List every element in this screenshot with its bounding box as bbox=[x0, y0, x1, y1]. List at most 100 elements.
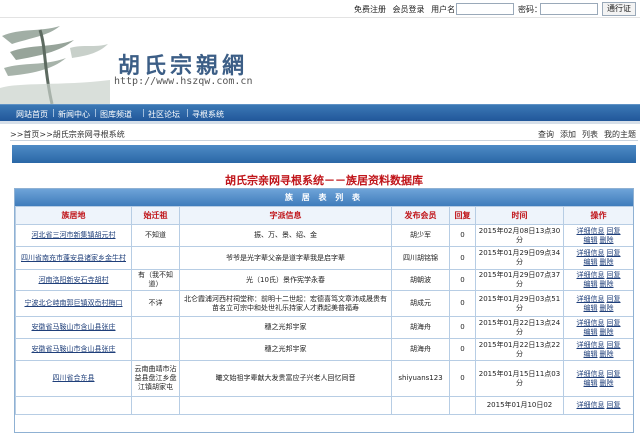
generation-info-cell: 穗之光邦宇家 bbox=[179, 316, 392, 339]
reply-link[interactable]: 回复 bbox=[607, 271, 621, 279]
member-cell-text[interactable]: 胡朝波 bbox=[410, 276, 431, 284]
delete-link[interactable]: 删除 bbox=[600, 328, 614, 336]
nav-item-home[interactable]: 网站首页 bbox=[16, 109, 48, 120]
ancestor-cell: 云南曲靖市沾益县盘江乡盘江镇胡家屯 bbox=[131, 360, 180, 397]
list-link[interactable]: 列表 bbox=[582, 130, 598, 139]
ops-cell: 详细信息 回复编辑 删除 bbox=[563, 290, 633, 317]
member-cell-text[interactable]: 四川胡铭锦 bbox=[403, 254, 438, 262]
col-member: 发布会员 bbox=[391, 206, 450, 225]
reply-link[interactable]: 回复 bbox=[607, 370, 621, 378]
main-nav: 网站首页 | 新闻中心 | 图库频道 | 社区论坛 | 寻根系统 bbox=[0, 104, 640, 124]
replies-cell: 0 bbox=[449, 290, 476, 317]
ancestor-cell-text: 不详 bbox=[148, 299, 163, 307]
member-cell-text[interactable]: 胡海舟 bbox=[410, 323, 431, 331]
edit-link[interactable]: 编辑 bbox=[584, 379, 598, 387]
nav-item-gallery[interactable]: 图库频道 bbox=[100, 109, 132, 120]
pine-tree-icon bbox=[0, 26, 110, 104]
table-row: 2015年01月10日02 详细信息 回复 bbox=[15, 396, 633, 415]
replies-cell: 0 bbox=[449, 360, 476, 397]
detail-link[interactable]: 详细信息 bbox=[577, 227, 605, 235]
member-cell-text[interactable]: 胡海舟 bbox=[410, 345, 431, 353]
delete-link[interactable]: 删除 bbox=[600, 379, 614, 387]
edit-link[interactable]: 编辑 bbox=[584, 236, 598, 244]
nav-separator: | bbox=[94, 108, 97, 117]
col-replies: 回复 bbox=[449, 206, 476, 225]
generation-info-cell-text: 穗之光邦宇家 bbox=[264, 345, 307, 353]
delete-link[interactable]: 删除 bbox=[600, 258, 614, 266]
time-cell-text: 2015年01月15日11点03分 bbox=[478, 369, 561, 387]
member-cell: 胡朝波 bbox=[391, 269, 450, 291]
detail-link[interactable]: 详细信息 bbox=[577, 401, 605, 409]
detail-link[interactable]: 详细信息 bbox=[577, 271, 605, 279]
generation-info-cell-text: 爷爷是光字辈父亲是道字辈我是启字辈 bbox=[226, 253, 345, 262]
delete-link[interactable]: 删除 bbox=[600, 350, 614, 358]
reply-link[interactable]: 回复 bbox=[607, 341, 621, 349]
ancestor-cell: 不详 bbox=[131, 290, 180, 317]
delete-link[interactable]: 删除 bbox=[600, 236, 614, 244]
edit-link[interactable]: 编辑 bbox=[584, 328, 598, 336]
generation-info-cell: 振、万、景、绍、金 bbox=[179, 224, 392, 247]
table-header-row: 族居地 始迁祖 字派信息 发布会员 回复 时间 操作 bbox=[15, 206, 633, 225]
place-cell-text[interactable]: 宁波北仑峙南郭巨镇双岙村梅口 bbox=[25, 299, 123, 307]
reply-link[interactable]: 回复 bbox=[607, 295, 621, 303]
detail-link[interactable]: 详细信息 bbox=[577, 341, 605, 349]
detail-link[interactable]: 详细信息 bbox=[577, 319, 605, 327]
replies-cell: 0 bbox=[449, 246, 476, 270]
generation-info-cell: 北仑霞浦河西村祠堂称：前明十二世起：宏德喜笃文章沛成晟贵有苗名立可宗中和处世礼乐… bbox=[179, 290, 392, 317]
edit-link[interactable]: 编辑 bbox=[584, 258, 598, 266]
nav-item-news[interactable]: 新闻中心 bbox=[58, 109, 90, 120]
ops-cell: 详细信息 回复编辑 删除 bbox=[563, 316, 633, 339]
place-cell-text[interactable]: 四川省南充市蓬安县诸家乡金牛村 bbox=[21, 254, 126, 262]
member-cell-text[interactable]: 胡少军 bbox=[410, 231, 431, 239]
place-cell: 四川省合东县 bbox=[15, 360, 132, 397]
detail-link[interactable]: 详细信息 bbox=[577, 295, 605, 303]
table-row: 四川省合东县 云南曲靖市沾益县盘江乡盘江镇胡家屯 曦文始祖字辈献大发贵富应子兴老人回… bbox=[15, 360, 633, 397]
reply-link[interactable]: 回复 bbox=[607, 401, 621, 409]
login-button[interactable]: 通行证 bbox=[602, 2, 636, 16]
top-links: 免费注册 会员登录 用户名： bbox=[354, 4, 467, 15]
username-input[interactable] bbox=[456, 3, 514, 15]
reply-link[interactable]: 回复 bbox=[607, 319, 621, 327]
time-cell: 2015年02月08日13点30分 bbox=[475, 224, 564, 247]
password-input[interactable] bbox=[540, 3, 598, 15]
ops-cell: 详细信息 回复编辑 删除 bbox=[563, 224, 633, 247]
nav-item-roots[interactable]: 寻根系统 bbox=[192, 109, 224, 120]
search-link[interactable]: 查询 bbox=[538, 130, 554, 139]
place-cell-text[interactable]: 安徽省马鞍山市含山县张庄 bbox=[32, 323, 116, 331]
time-cell: 2015年01月22日13点22分 bbox=[475, 338, 564, 361]
place-cell-text[interactable]: 河北省三河市新集镇胡元村 bbox=[32, 231, 116, 239]
detail-link[interactable]: 详细信息 bbox=[577, 249, 605, 257]
time-cell: 2015年01月10日02 bbox=[475, 396, 564, 415]
nav-item-forum[interactable]: 社区论坛 bbox=[148, 109, 180, 120]
delete-link[interactable]: 删除 bbox=[600, 304, 614, 312]
member-login-link[interactable]: 会员登录 bbox=[393, 5, 425, 14]
nav-separator: | bbox=[52, 108, 55, 117]
replies-cell: 0 bbox=[449, 338, 476, 361]
residence-table: 族居地 始迁祖 字派信息 发布会员 回复 时间 操作 河北省三河市新集镇胡元村不… bbox=[15, 206, 633, 415]
place-cell: 河北省三河市新集镇胡元村 bbox=[15, 224, 132, 247]
reply-link[interactable]: 回复 bbox=[607, 249, 621, 257]
generation-info-cell-text: 振、万、景、绍、金 bbox=[254, 231, 317, 239]
add-link[interactable]: 添加 bbox=[560, 130, 576, 139]
breadcrumb[interactable]: >>首页>>胡氏宗亲网寻根系统 bbox=[10, 129, 125, 140]
delete-link[interactable]: 删除 bbox=[600, 280, 614, 288]
generation-info-cell bbox=[179, 396, 392, 415]
register-link[interactable]: 免费注册 bbox=[354, 5, 386, 14]
my-topics-link[interactable]: 我的主题 bbox=[604, 130, 636, 139]
member-cell: 胡海舟 bbox=[391, 316, 450, 339]
ancestor-cell bbox=[131, 396, 180, 415]
table-row: 宁波北仑峙南郭巨镇双岙村梅口 不详 北仑霞浦河西村祠堂称：前明十二世起：宏德喜笃文章… bbox=[15, 290, 633, 317]
place-cell-text[interactable]: 四川省合东县 bbox=[53, 374, 95, 382]
reply-link[interactable]: 回复 bbox=[607, 227, 621, 235]
edit-link[interactable]: 编辑 bbox=[584, 304, 598, 312]
time-cell-text: 2015年02月08日13点30分 bbox=[478, 226, 561, 244]
place-cell-text[interactable]: 安徽省马鞍山市含山县张庄 bbox=[32, 345, 116, 353]
edit-link[interactable]: 编辑 bbox=[584, 350, 598, 358]
generation-info-cell-text: 光（10氏）景作宪学永春 bbox=[246, 275, 325, 284]
edit-link[interactable]: 编辑 bbox=[584, 280, 598, 288]
place-cell-text[interactable]: 河南洛阳新安石寺胡村 bbox=[39, 276, 109, 284]
member-cell-text[interactable]: 胡成元 bbox=[410, 299, 431, 307]
place-cell: 四川省南充市蓬安县诸家乡金牛村 bbox=[15, 246, 132, 270]
member-cell-text[interactable]: shiyuans123 bbox=[398, 374, 442, 382]
detail-link[interactable]: 详细信息 bbox=[577, 370, 605, 378]
